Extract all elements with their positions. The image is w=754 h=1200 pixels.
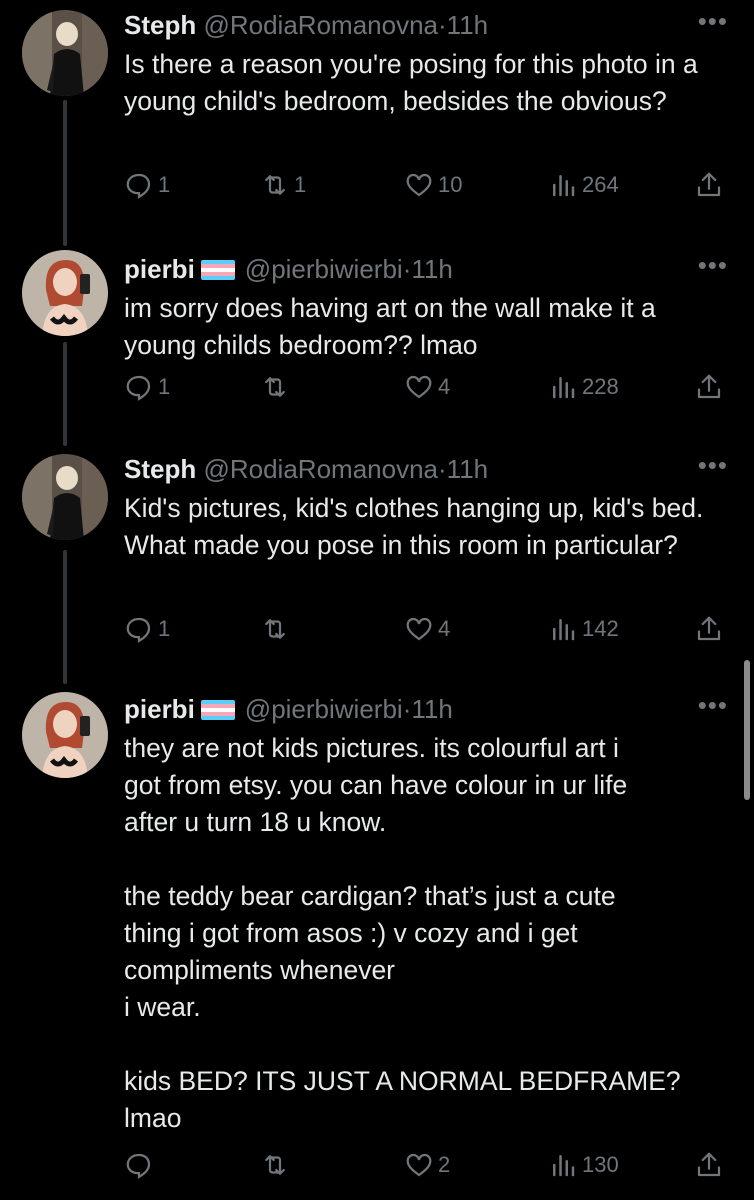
scrollbar[interactable] (744, 660, 750, 800)
views-button[interactable]: 142 (548, 612, 619, 646)
share-button[interactable] (694, 1148, 728, 1182)
share-button[interactable] (694, 612, 728, 646)
retweet-icon (265, 619, 285, 639)
avatar[interactable] (22, 10, 108, 96)
user-handle[interactable]: @RodiaRomanovna (203, 454, 438, 484)
retweet-button[interactable] (260, 1148, 294, 1182)
display-name[interactable]: pierbi (124, 254, 195, 284)
avatar[interactable] (22, 250, 108, 336)
reply-button[interactable]: 1 (124, 370, 170, 404)
tweet-header: Steph @RodiaRomanovna·11h (124, 454, 488, 484)
timestamp[interactable]: 11h (411, 254, 452, 284)
view-count: 264 (582, 172, 619, 197)
avatar[interactable] (22, 692, 108, 778)
retweet-button[interactable]: 1 (260, 168, 306, 202)
reply-button[interactable]: 1 (124, 168, 170, 202)
retweet-button[interactable] (260, 370, 294, 404)
like-button[interactable]: 10 (404, 168, 462, 202)
more-options-icon[interactable]: ••• (698, 250, 728, 281)
avatar-photo (22, 250, 108, 336)
display-name[interactable]: Steph (124, 454, 196, 484)
tweet-text: im sorry does having art on the wall mak… (124, 293, 656, 360)
user-handle[interactable]: @RodiaRomanovna (203, 10, 438, 40)
retweet-icon (265, 377, 285, 397)
separator-dot: · (438, 10, 447, 40)
separator-dot: · (438, 454, 447, 484)
timestamp[interactable]: 11h (447, 10, 488, 40)
share-icon (697, 374, 721, 399)
tweet-text: Is there a reason you're posing for this… (124, 49, 698, 116)
retweet-icon (265, 175, 285, 195)
display-name[interactable]: Steph (124, 10, 196, 40)
heart-icon (406, 1153, 432, 1177)
tweet[interactable]: Steph @RodiaRomanovna·11h ••• Kid's pict… (0, 448, 754, 658)
trans-flag-icon (200, 260, 235, 280)
retweet-button[interactable] (260, 612, 294, 646)
tweet-actions: 1 1 10 264 (124, 168, 734, 202)
view-count: 228 (582, 374, 619, 399)
share-button[interactable] (694, 168, 728, 202)
share-icon (697, 172, 721, 197)
reply-icon (126, 1153, 151, 1179)
reply-icon (126, 375, 151, 401)
views-icon (553, 619, 575, 641)
avatar-photo (22, 692, 108, 778)
views-button[interactable]: 228 (548, 370, 619, 404)
user-handle[interactable]: @pierbiwierbi (245, 254, 403, 284)
tweet-header: Steph @RodiaRomanovna·11h (124, 10, 488, 40)
reply-count: 1 (158, 172, 171, 197)
like-count: 4 (438, 616, 451, 641)
avatar-photo (22, 10, 108, 96)
view-count: 130 (582, 1152, 619, 1177)
display-name[interactable]: pierbi (124, 694, 195, 724)
reply-icon (126, 173, 151, 199)
reply-button[interactable]: 1 (124, 612, 170, 646)
reply-count: 1 (158, 616, 171, 641)
like-button[interactable]: 2 (404, 1148, 450, 1182)
avatar-photo (22, 454, 108, 540)
reply-button[interactable] (124, 1148, 158, 1182)
like-count: 10 (438, 172, 463, 197)
tweet[interactable]: Steph @RodiaRomanovna·11h ••• Is there a… (0, 4, 754, 214)
tweet[interactable]: pierbi @pierbiwierbi·11h ••• im sorry doe… (0, 248, 754, 428)
view-count: 142 (582, 616, 619, 641)
views-icon (553, 1155, 575, 1177)
heart-icon (406, 375, 432, 399)
reply-count: 1 (158, 374, 171, 399)
heart-icon (406, 617, 432, 641)
timestamp[interactable]: 11h (411, 694, 452, 724)
tweet-actions: 1 4 142 (124, 612, 734, 646)
more-options-icon[interactable]: ••• (698, 450, 728, 481)
tweet-header: pierbi @pierbiwierbi·11h (124, 254, 453, 284)
reply-icon (126, 617, 151, 643)
views-icon (553, 175, 575, 197)
views-button[interactable]: 264 (548, 168, 619, 202)
more-options-icon[interactable]: ••• (698, 690, 728, 721)
share-icon (697, 616, 721, 641)
views-icon (553, 377, 575, 399)
retweet-icon (265, 1155, 285, 1175)
timestamp[interactable]: 11h (447, 454, 488, 484)
tweet-text: they are not kids pictures. its colourfu… (124, 733, 681, 1133)
user-handle[interactable]: @pierbiwierbi (245, 694, 403, 724)
tweet[interactable]: pierbi @pierbiwierbi·11h ••• they are not… (0, 688, 754, 1200)
retweet-count: 1 (294, 172, 307, 197)
views-button[interactable]: 130 (548, 1148, 619, 1182)
tweet-text: Kid's pictures, kid's clothes hanging up… (124, 493, 704, 560)
like-button[interactable]: 4 (404, 612, 450, 646)
share-icon (697, 1152, 721, 1177)
more-options-icon[interactable]: ••• (698, 6, 728, 37)
heart-icon (406, 173, 432, 197)
avatar[interactable] (22, 454, 108, 540)
trans-flag-icon (200, 700, 235, 720)
like-count: 2 (438, 1152, 451, 1177)
tweet-actions: 1 4 228 (124, 370, 734, 404)
share-button[interactable] (694, 370, 728, 404)
tweet-actions: 2 130 (124, 1148, 734, 1182)
like-count: 4 (438, 374, 451, 399)
tweet-header: pierbi @pierbiwierbi·11h (124, 694, 453, 724)
like-button[interactable]: 4 (404, 370, 450, 404)
